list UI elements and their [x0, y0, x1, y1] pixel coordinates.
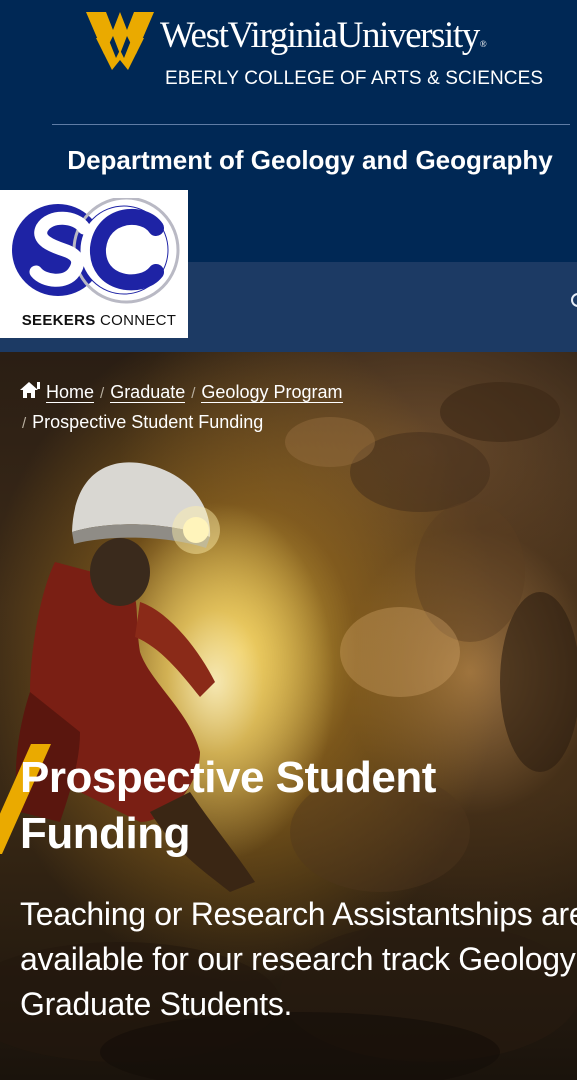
breadcrumb-current-page: Prospective Student Funding [32, 412, 264, 432]
registered-mark: ® [479, 39, 487, 49]
breadcrumb-geology-program-link[interactable]: Geology Program [201, 382, 343, 403]
wv-logo-icon[interactable] [86, 8, 154, 70]
search-icon[interactable] [571, 293, 577, 307]
page-subtitle: Teaching or Research Assistantships are … [20, 896, 577, 1022]
breadcrumb: Home / Graduate / Geology Program / Prospectiv… [20, 378, 540, 438]
home-icon[interactable] [20, 381, 42, 399]
university-wordmark[interactable]: WestVirginiaUniversity® [160, 14, 487, 57]
university-name: WestVirginiaUniversity [160, 15, 480, 56]
seekers-connect-wordmark: SEEKERS CONNECT [21, 312, 177, 329]
breadcrumb-home-link[interactable]: Home [46, 382, 95, 403]
header-divider [52, 124, 570, 125]
breadcrumb-graduate-link[interactable]: Graduate [110, 382, 186, 403]
college-name[interactable]: EBERLY COLLEGE OF ARTS & SCIENCES [165, 68, 543, 90]
breadcrumb-separator: / [22, 415, 27, 432]
department-title[interactable]: Department of Geology and Geography [20, 145, 577, 175]
hero-banner: Home / Graduate / Geology Program / Prospectiv… [0, 352, 577, 1080]
breadcrumb-separator: / [100, 385, 105, 402]
seekers-connect-badge: SEEKERS CONNECT [0, 190, 188, 338]
page-title: Prospective Student Funding [20, 753, 436, 858]
breadcrumb-separator: / [191, 385, 196, 402]
seekers-connect-logo-icon [12, 198, 180, 304]
